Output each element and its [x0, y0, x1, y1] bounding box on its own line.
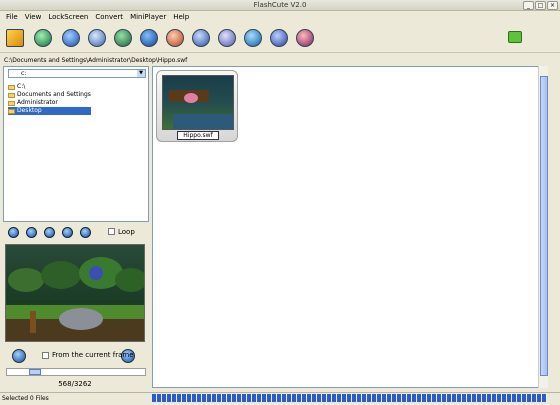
- loop-label: Loop: [118, 228, 135, 236]
- flash-preview: [5, 244, 145, 342]
- from-current-frame-label: From the current frame: [52, 351, 134, 359]
- play-icon[interactable]: [26, 227, 37, 238]
- menu-convert[interactable]: Convert: [95, 12, 123, 22]
- menu-file[interactable]: File: [6, 12, 18, 22]
- thumbnail-label: Hippo.swf: [177, 131, 219, 140]
- loop-checkbox[interactable]: [108, 228, 115, 235]
- maximize-button[interactable]: □: [535, 1, 546, 10]
- folder-tree-panel: c: ▼ C:\ Documents and Settings Administ…: [3, 66, 149, 222]
- open-icon[interactable]: [6, 29, 24, 47]
- file-thumbnail[interactable]: Hippo.swf: [156, 70, 238, 142]
- vertical-scrollbar[interactable]: [538, 66, 548, 388]
- drive-select[interactable]: c: ▼: [8, 69, 146, 78]
- menu-help[interactable]: Help: [173, 12, 189, 22]
- stop-icon[interactable]: [62, 227, 73, 238]
- wrench-icon[interactable]: [192, 29, 210, 47]
- tree-item-desktop[interactable]: Desktop: [8, 107, 91, 115]
- thumbnail-image: [162, 75, 234, 130]
- search-globe-icon[interactable]: [114, 29, 132, 47]
- from-current-frame-checkbox[interactable]: [42, 352, 49, 359]
- menu-bar: File View LockScreen Convert MiniPlayer …: [0, 12, 560, 22]
- close-button[interactable]: ×: [547, 1, 558, 10]
- chevron-down-icon[interactable]: ▼: [137, 70, 145, 77]
- tree-item-documents[interactable]: Documents and Settings: [8, 91, 91, 99]
- menu-lockscreen[interactable]: LockScreen: [48, 12, 88, 22]
- folder-tree: C:\ Documents and Settings Administrator…: [8, 83, 91, 115]
- status-text: Selected 0 Files: [2, 395, 49, 402]
- path-field: C:\Documents and Settings\Administrator\…: [4, 57, 188, 64]
- forward-icon[interactable]: [80, 227, 91, 238]
- internet-icon[interactable]: [244, 29, 262, 47]
- preview-scene: [6, 257, 144, 341]
- question-icon[interactable]: [296, 29, 314, 47]
- frame-slider[interactable]: [6, 368, 146, 376]
- slider-thumb[interactable]: [29, 369, 41, 375]
- film-icon[interactable]: [34, 29, 52, 47]
- tree-item-c[interactable]: C:\: [8, 83, 91, 91]
- frame-counter: 568/3262: [58, 380, 92, 388]
- title-bar: FlashCute V2.0 _ □ ×: [0, 0, 560, 11]
- menu-miniplayer[interactable]: MiniPlayer: [130, 12, 166, 22]
- cd-icon[interactable]: [218, 29, 236, 47]
- folder-icon: [8, 84, 15, 90]
- sphere-icon[interactable]: [140, 29, 158, 47]
- rewind-icon[interactable]: [8, 227, 19, 238]
- toolbar: [0, 23, 560, 53]
- minimize-button[interactable]: _: [523, 1, 534, 10]
- capture-icon[interactable]: [12, 349, 26, 363]
- status-progress: [152, 394, 547, 402]
- cube-icon[interactable]: [88, 29, 106, 47]
- folder-icon: [8, 100, 15, 106]
- scroll-thumb[interactable]: [540, 76, 548, 376]
- image-icon[interactable]: [166, 29, 184, 47]
- drive-value: c:: [21, 70, 27, 77]
- cart-icon[interactable]: [508, 31, 522, 43]
- folder-open-icon: [8, 108, 15, 114]
- pause-icon[interactable]: [44, 227, 55, 238]
- menu-view[interactable]: View: [25, 12, 42, 22]
- folder-icon: [8, 92, 15, 98]
- user-icon[interactable]: [270, 29, 288, 47]
- window-title: FlashCute V2.0: [253, 1, 307, 9]
- tree-item-administrator[interactable]: Administrator: [8, 99, 91, 107]
- globe-icon[interactable]: [62, 29, 80, 47]
